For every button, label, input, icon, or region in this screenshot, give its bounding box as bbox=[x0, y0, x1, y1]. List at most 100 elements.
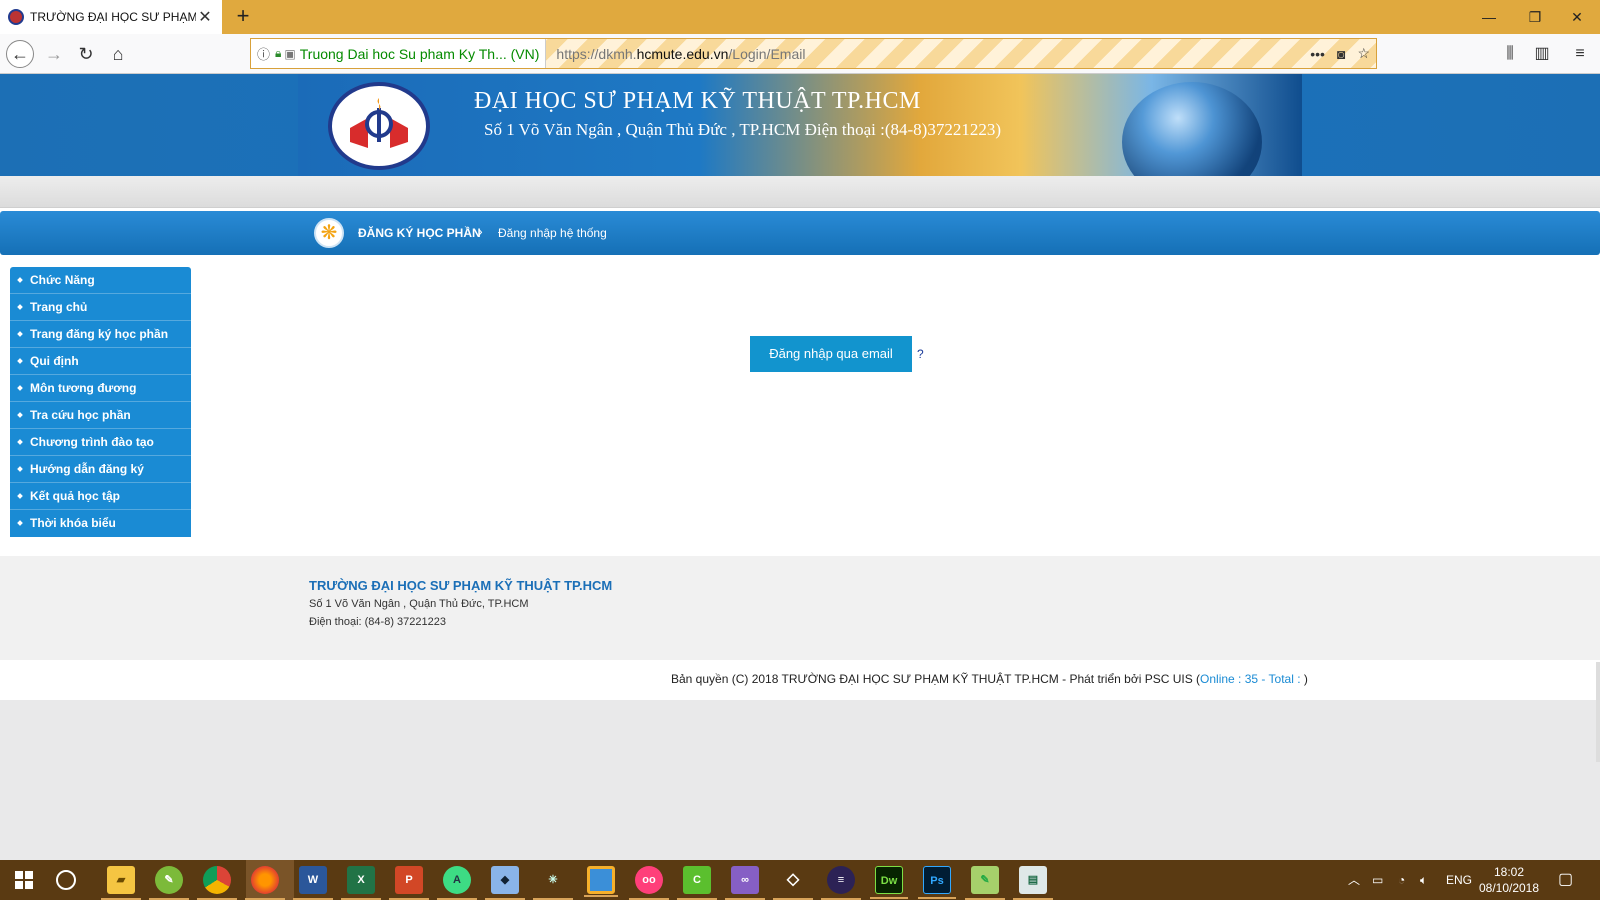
web-page: ĐẠI HỌC SƯ PHẠM KỸ THUẬT TP.HCM Số 1 Võ … bbox=[0, 74, 1600, 860]
bookmark-star-icon[interactable]: ☆ bbox=[1357, 45, 1370, 62]
breadcrumb: ❋ ĐĂNG KÝ HỌC PHẦN › Đăng nhập hệ thống bbox=[0, 211, 1600, 255]
library-icon[interactable]: ⫼ bbox=[1496, 40, 1524, 68]
breadcrumb-root[interactable]: ĐĂNG KÝ HỌC PHẦN bbox=[358, 226, 481, 240]
clock[interactable]: 18:02 08/10/2018 bbox=[1474, 864, 1544, 896]
sidebar-toggle-icon[interactable]: ▥ bbox=[1528, 40, 1556, 68]
footer: TRƯỜNG ĐẠI HỌC SƯ PHẠM KỸ THUẬT TP.HCM S… bbox=[0, 556, 1600, 660]
cortana-icon[interactable] bbox=[56, 870, 76, 890]
sublime-icon[interactable] bbox=[584, 866, 618, 897]
network-tool-icon[interactable]: ✳ bbox=[533, 866, 573, 900]
url-domain: hcmute.edu.vn bbox=[636, 45, 729, 62]
bullet-icon bbox=[17, 465, 23, 472]
flower-icon: ❋ bbox=[314, 218, 344, 248]
site-identity[interactable]: ⓘ 🔒︎ ▣ Truong Dai hoc Su pham Ky Th... (… bbox=[251, 39, 547, 68]
sidebar-item-guide[interactable]: Hướng dẫn đăng ký bbox=[10, 456, 191, 483]
wifi-icon[interactable]: ◔ bbox=[1398, 860, 1405, 900]
minimize-button[interactable]: — bbox=[1466, 0, 1512, 34]
virtualbox-icon[interactable]: ◆ bbox=[485, 866, 525, 900]
sidebar-item-label: Trang chủ bbox=[30, 300, 88, 314]
excel-icon[interactable]: X bbox=[341, 866, 381, 900]
sidebar-item-equivalent-courses[interactable]: Môn tương đương bbox=[10, 375, 191, 402]
sidebar-item-label: Qui định bbox=[30, 354, 79, 368]
page-background bbox=[0, 700, 1600, 860]
file-explorer-icon[interactable]: ▰ bbox=[101, 866, 141, 900]
bullet-icon bbox=[17, 303, 23, 310]
copyright-label: Bản quyền (C) 2018 TRƯỜNG ĐẠI HỌC SƯ PHẠ… bbox=[671, 672, 1201, 686]
chrome-icon[interactable] bbox=[197, 866, 237, 900]
flickr-icon[interactable]: oo bbox=[629, 866, 669, 900]
home-button[interactable]: ⌂ bbox=[104, 40, 132, 68]
bullet-icon bbox=[17, 357, 23, 364]
bullet-icon bbox=[17, 519, 23, 526]
firefox-icon[interactable] bbox=[245, 866, 285, 900]
sidebar-item-curriculum[interactable]: Chương trình đào tạo bbox=[10, 429, 191, 456]
sidebar-item-results[interactable]: Kết quả học tập bbox=[10, 483, 191, 510]
battery-icon[interactable]: ▭ bbox=[1372, 860, 1383, 900]
sidebar-item-label: Trang đăng ký học phần bbox=[30, 327, 169, 341]
eclipse-icon[interactable]: ≡ bbox=[821, 866, 861, 900]
scrollbar[interactable] bbox=[1596, 662, 1600, 762]
tab-title: TRƯỜNG ĐẠI HỌC SƯ PHẠM KỸ THUẬT TP.HCM bbox=[30, 10, 196, 24]
clock-date: 08/10/2018 bbox=[1478, 881, 1540, 895]
close-tab-icon[interactable]: ✕ bbox=[196, 7, 214, 27]
logo-emblem-icon bbox=[350, 98, 408, 148]
email-login-button[interactable]: Đăng nhập qua email bbox=[750, 336, 912, 372]
address-bar[interactable]: ⓘ 🔒︎ ▣ Truong Dai hoc Su pham Ky Th... (… bbox=[250, 38, 1377, 69]
info-icon[interactable]: ⓘ bbox=[257, 44, 270, 63]
restore-button[interactable]: ❐ bbox=[1512, 0, 1558, 34]
breadcrumb-current: Đăng nhập hệ thống bbox=[498, 226, 607, 240]
bullet-icon bbox=[17, 492, 23, 499]
page-actions-icon[interactable]: ••• bbox=[1310, 46, 1325, 62]
sidebar-item-label: Kết quả học tập bbox=[30, 489, 121, 503]
dreamweaver-icon[interactable]: Dw bbox=[870, 866, 908, 899]
forward-button[interactable]: → bbox=[40, 40, 68, 68]
bullet-icon bbox=[17, 384, 23, 391]
unity-icon[interactable]: ◇ bbox=[773, 866, 813, 900]
pocket-icon[interactable]: ◙ bbox=[1337, 46, 1345, 62]
greenshot-icon[interactable]: ✎ bbox=[149, 866, 189, 900]
back-button[interactable]: ← bbox=[6, 40, 34, 68]
photoshop-icon[interactable]: Ps bbox=[918, 866, 956, 899]
notepadpp-icon[interactable]: ✎ bbox=[965, 866, 1005, 900]
show-hidden-icons[interactable]: ︿ bbox=[1348, 860, 1360, 900]
volume-icon[interactable]: 🔈︎ bbox=[1420, 860, 1427, 900]
visual-studio-icon[interactable]: ∞ bbox=[725, 866, 765, 900]
notifications-icon[interactable]: ▢ bbox=[1558, 860, 1573, 900]
language-indicator[interactable]: ENG bbox=[1446, 860, 1472, 900]
sidebar-menu: Chức Năng Trang chủ Trang đăng ký học ph… bbox=[10, 267, 191, 537]
close-window-button[interactable]: ✕ bbox=[1554, 0, 1600, 34]
sidebar-item-label: Hướng dẫn đăng ký bbox=[30, 462, 144, 476]
bullet-icon bbox=[17, 330, 23, 337]
help-link[interactable]: ? bbox=[917, 347, 924, 361]
clock-time: 18:02 bbox=[1493, 865, 1525, 879]
url-text[interactable]: https://dkmh.hcmute.edu.vn/Login/Email bbox=[546, 46, 1310, 62]
android-studio-icon[interactable]: A bbox=[437, 866, 477, 900]
sidebar-item-registration[interactable]: Trang đăng ký học phần bbox=[10, 321, 191, 348]
certificate-icon: ▣ bbox=[284, 46, 296, 61]
sidebar-item-rules[interactable]: Qui định bbox=[10, 348, 191, 375]
tab-bar: TRƯỜNG ĐẠI HỌC SƯ PHẠM KỸ THUẬT TP.HCM ✕… bbox=[0, 0, 1600, 34]
presentation-icon[interactable]: ▤ bbox=[1013, 866, 1053, 900]
copyright-bar: Bản quyền (C) 2018 TRƯỜNG ĐẠI HỌC SƯ PHẠ… bbox=[0, 660, 1600, 700]
start-button[interactable] bbox=[0, 860, 48, 900]
lock-icon: 🔒︎ bbox=[275, 46, 282, 60]
menu-strip bbox=[0, 176, 1600, 208]
sidebar-item-course-lookup[interactable]: Tra cứu học phần bbox=[10, 402, 191, 429]
header-banner-bg: ĐẠI HỌC SƯ PHẠM KỸ THUẬT TP.HCM Số 1 Võ … bbox=[0, 74, 1600, 202]
footer-phone: Điện thoại: (84-8) 37221223 bbox=[309, 616, 446, 628]
url-path: /Login/Email bbox=[728, 45, 806, 62]
footer-title: TRƯỜNG ĐẠI HỌC SƯ PHẠM KỸ THUẬT TP.HCM bbox=[309, 578, 613, 593]
powerpoint-icon[interactable]: P bbox=[389, 866, 429, 900]
reload-button[interactable]: ↻ bbox=[72, 40, 100, 68]
chevron-right-icon: › bbox=[478, 223, 483, 239]
url-prefix: https://dkmh. bbox=[556, 45, 637, 62]
menu-icon[interactable]: ≡ bbox=[1566, 40, 1594, 68]
sidebar-item-home[interactable]: Trang chủ bbox=[10, 294, 191, 321]
camtasia-icon[interactable]: C bbox=[677, 866, 717, 900]
word-icon[interactable]: W bbox=[293, 866, 333, 900]
footer-address: Số 1 Võ Văn Ngân , Quận Thủ Đức, TP.HCM bbox=[309, 598, 529, 610]
browser-tab[interactable]: TRƯỜNG ĐẠI HỌC SƯ PHẠM KỸ THUẬT TP.HCM ✕ bbox=[0, 0, 222, 34]
taskbar: ▰ ✎ W X P A ◆ ✳ oo C ∞ ◇ ≡ Dw Ps ✎ ▤ ︿ ▭… bbox=[0, 860, 1600, 900]
sidebar-item-timetable[interactable]: Thời khóa biểu bbox=[10, 510, 191, 537]
new-tab-button[interactable]: + bbox=[230, 3, 256, 29]
